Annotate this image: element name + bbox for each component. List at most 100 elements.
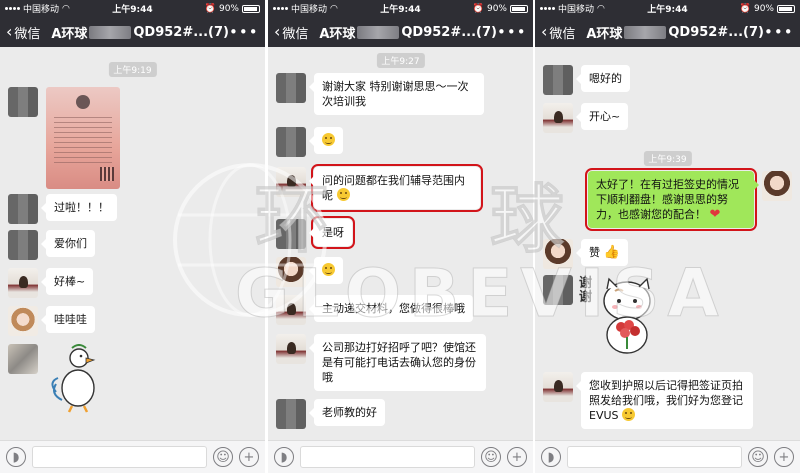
avatar[interactable]	[276, 257, 306, 287]
message: 赞 👍	[543, 239, 636, 269]
blurred-title-segment	[89, 25, 132, 39]
message-bubble[interactable]: 过啦！！！	[41, 194, 117, 221]
more-options-button[interactable]: •••	[497, 23, 533, 41]
nav-bar: ‹ 微信 A环球 QD952#...(7) •••	[535, 17, 800, 47]
avatar[interactable]	[8, 344, 38, 374]
signal-icon	[540, 7, 555, 10]
message-bubble[interactable]: 主动递交材料，您做得很棒哦	[309, 295, 473, 322]
status-time: 上午9:44	[112, 5, 153, 15]
battery-icon	[510, 4, 528, 13]
chat-title-prefix: A环球	[319, 26, 356, 42]
chat-title-suffix: QD952#...(7)	[668, 24, 764, 40]
status-time: 上午9:44	[647, 5, 688, 15]
message-bubble[interactable]: 公司那边打好招呼了吧？使馆还是有可能打电话去确认您的身份哦	[309, 334, 486, 391]
add-icon[interactable]: +	[239, 447, 259, 467]
phone-screen-3: 中国移动 ◠ 上午9:44 ⏰ 90% ‹ 微信 A环球 QD952#...(7…	[535, 0, 800, 473]
status-time: 上午9:44	[380, 5, 421, 15]
avatar[interactable]	[543, 103, 573, 133]
message-bubble[interactable]: 哇哇哇	[41, 306, 95, 333]
emoji-icon[interactable]: ☺	[213, 447, 233, 467]
phone-screen-2: 中国移动 ◠ 上午9:44 ⏰ 90% ‹ 微信 A环球 QD952#...(7…	[268, 0, 533, 473]
back-button[interactable]: ‹ 微信	[268, 23, 319, 42]
signal-icon	[273, 7, 288, 10]
avatar[interactable]	[543, 65, 573, 95]
screens: 中国移动 ◠ 上午9:44 ⏰ 90% ‹ 微信 A环球 QD952#...(7…	[0, 0, 800, 473]
add-icon[interactable]: +	[507, 447, 527, 467]
message-bubble[interactable]	[309, 257, 343, 284]
message-bubble[interactable]: 老师教的好	[309, 399, 385, 426]
chat-area[interactable]: 上午9:27 谢谢大家 特别谢谢思思～一次次培训我 问的问题都在我们辅导范围内呢…	[268, 47, 533, 440]
avatar[interactable]	[8, 194, 38, 224]
avatar[interactable]	[276, 127, 306, 157]
message-bubble[interactable]: 谢谢大家 特别谢谢思思～一次次培训我	[309, 73, 484, 115]
message-input[interactable]	[32, 446, 207, 468]
avatar[interactable]	[8, 306, 38, 336]
avatar[interactable]	[276, 334, 306, 364]
phone-screen-1: 中国移动 ◠ 上午9:44 ⏰ 90% ‹ 微信 A环球 QD952#...(7…	[0, 0, 265, 473]
avatar[interactable]	[762, 171, 792, 201]
message-bubble[interactable]: 嗯好的	[576, 65, 630, 92]
more-options-button[interactable]: •••	[229, 23, 265, 41]
wifi-icon: ◠	[597, 3, 605, 14]
message-text: 赞	[589, 246, 600, 259]
message: 好棒~	[8, 268, 101, 298]
time-chip: 上午9:39	[643, 151, 692, 166]
avatar[interactable]	[8, 230, 38, 260]
message: 嗯好的	[543, 65, 638, 95]
back-button[interactable]: ‹ 微信	[0, 23, 51, 42]
add-icon[interactable]: +	[774, 447, 794, 467]
avatar[interactable]	[276, 399, 306, 429]
back-button[interactable]: ‹ 微信	[535, 23, 586, 42]
emoji-icon[interactable]: ☺	[748, 447, 768, 467]
chevron-left-icon: ‹	[274, 22, 281, 41]
message-input[interactable]	[567, 446, 742, 468]
voice-icon[interactable]: ◗	[274, 447, 294, 467]
visa-letter-photo[interactable]	[46, 87, 120, 189]
more-options-button[interactable]: •••	[764, 23, 800, 41]
message: 哇哇哇	[8, 306, 103, 336]
nav-bar: ‹ 微信 A环球 QD952#...(7) •••	[0, 17, 265, 47]
avatar[interactable]	[276, 73, 306, 103]
avatar[interactable]	[543, 275, 573, 305]
message-bubble[interactable]: 好棒~	[40, 268, 94, 295]
heart-emoji-icon: ❤	[709, 207, 721, 222]
avatar[interactable]	[8, 87, 38, 117]
chat-area[interactable]: 上午9:19 过啦！！！ 爱你们 好棒~ 哇哇哇	[0, 47, 265, 440]
message: 您收到护照以后记得把签证页拍照发给我们哦，我们好为您登记EVUS	[543, 372, 761, 429]
chat-area[interactable]: 嗯好的 开心~ 上午9:39 太好了！在有过拒签史的情况下顺利翻盘！感谢思思的努…	[535, 47, 800, 440]
back-label: 微信	[549, 26, 576, 42]
voice-icon[interactable]: ◗	[541, 447, 561, 467]
message-bubble[interactable]: 赞 👍	[576, 239, 628, 266]
message-bubble-highlighted[interactable]: 太好了！在有过拒签史的情况下顺利翻盘！感谢思思的努力，也感谢您的配合！ ❤	[585, 168, 759, 231]
avatar[interactable]	[8, 268, 38, 298]
message-input[interactable]	[300, 446, 475, 468]
carrier-info: 中国移动 ◠	[5, 2, 90, 15]
smile-emoji-icon	[622, 408, 636, 421]
cat-thanks-sticker[interactable]: 谢谢	[579, 275, 661, 357]
duck-sticker[interactable]	[46, 344, 106, 414]
avatar[interactable]	[543, 372, 573, 402]
message-bubble[interactable]: 爱你们	[41, 230, 95, 257]
message: 公司那边打好招呼了吧？使馆还是有可能打电话去确认您的身份哦	[276, 334, 494, 391]
avatar[interactable]	[276, 167, 306, 197]
time-chip: 上午9:19	[108, 62, 157, 77]
status-bar: 中国移动 ◠ 上午9:44 ⏰ 90%	[0, 0, 265, 17]
message-bubble[interactable]: 您收到护照以后记得把签证页拍照发给我们哦，我们好为您登记EVUS	[576, 372, 753, 429]
avatar[interactable]	[276, 295, 306, 325]
emoji-icon[interactable]: ☺	[481, 447, 501, 467]
message-bubble[interactable]: 开心~	[575, 103, 629, 130]
message-bubble-highlighted[interactable]: 问的问题都在我们辅导范围内呢	[309, 164, 483, 212]
message-bubble-highlighted[interactable]: 是呀	[309, 216, 355, 249]
signal-icon	[5, 7, 20, 10]
status-right: ⏰ 90%	[710, 4, 795, 14]
message: 过啦！！！	[8, 194, 125, 224]
avatar[interactable]	[276, 219, 306, 249]
voice-icon[interactable]: ◗	[6, 447, 26, 467]
avatar[interactable]	[543, 239, 573, 269]
qr-code-icon	[100, 167, 114, 181]
carrier-info: 中国移动 ◠	[273, 2, 358, 15]
document-lines	[54, 117, 112, 167]
chevron-left-icon: ‹	[541, 22, 548, 41]
message-bubble[interactable]	[309, 127, 343, 154]
seal-icon	[76, 95, 90, 109]
